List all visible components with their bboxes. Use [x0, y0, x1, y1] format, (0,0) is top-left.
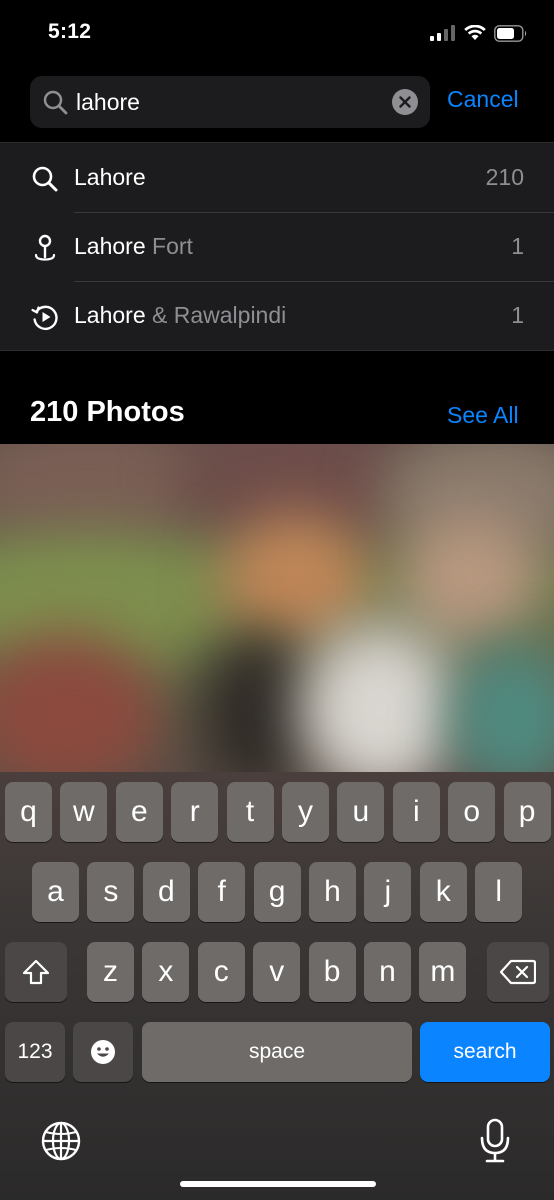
key-e[interactable]: e — [115, 782, 163, 842]
wifi-icon — [464, 25, 486, 40]
space-key[interactable]: space — [142, 1022, 412, 1082]
search-key[interactable]: search — [420, 1022, 550, 1082]
search-input[interactable] — [76, 88, 392, 116]
status-icons — [430, 22, 528, 44]
suggestion-row-lahore[interactable]: Lahore 210 — [0, 143, 554, 212]
suggestion-label: Lahore & Rawalpindi — [74, 302, 287, 328]
key-n[interactable]: n — [364, 942, 411, 1002]
suggestion-row-lahore-rawalpindi[interactable]: Lahore & Rawalpindi 1 — [0, 281, 554, 350]
suggestion-count: 210 — [485, 164, 524, 190]
home-indicator — [180, 1181, 376, 1187]
globe-icon[interactable] — [40, 1120, 82, 1162]
suggestion-label: Lahore Fort — [74, 233, 193, 259]
key-d[interactable]: d — [142, 862, 190, 922]
clear-search-button[interactable] — [392, 89, 418, 115]
divider — [0, 350, 554, 351]
clear-x-icon — [399, 96, 411, 108]
memories-play-icon — [31, 305, 58, 331]
search-suggestions-list: Lahore 210 Lahore Fort 1 Lahore & Rawalp… — [0, 143, 554, 350]
search-icon — [43, 90, 68, 115]
key-y[interactable]: y — [282, 782, 329, 842]
key-a[interactable]: a — [32, 862, 79, 922]
key-t[interactable]: t — [226, 782, 274, 842]
key-z[interactable]: z — [87, 942, 134, 1002]
emoji-icon — [91, 1040, 115, 1064]
photos-section-title: 210 Photos — [30, 396, 185, 428]
delete-key[interactable] — [487, 942, 549, 1002]
emoji-key[interactable] — [73, 1022, 133, 1082]
key-x[interactable]: x — [142, 942, 190, 1002]
key-u[interactable]: u — [337, 782, 385, 842]
key-l[interactable]: l — [475, 862, 523, 922]
suggestion-count: 1 — [511, 302, 524, 328]
key-j[interactable]: j — [364, 862, 412, 922]
key-q[interactable]: q — [5, 782, 52, 842]
battery-icon — [494, 24, 527, 42]
cellular-signal-icon — [430, 25, 455, 41]
search-field-container[interactable] — [30, 76, 430, 128]
key-m[interactable]: m — [419, 942, 467, 1002]
location-pin-icon — [34, 234, 56, 261]
key-p[interactable]: p — [503, 782, 551, 842]
key-w[interactable]: w — [60, 782, 108, 842]
key-r[interactable]: r — [171, 782, 219, 842]
key-k[interactable]: k — [419, 862, 467, 922]
shift-key[interactable] — [5, 942, 67, 1002]
key-c[interactable]: c — [197, 942, 245, 1002]
see-all-button[interactable]: See All — [447, 402, 519, 429]
shift-arrow-icon — [22, 959, 50, 985]
key-v[interactable]: v — [253, 942, 301, 1002]
key-g[interactable]: g — [253, 862, 301, 922]
keyboard: 123 space search qwertyuiop asdfghjkl zxcv… — [0, 772, 554, 1200]
key-b[interactable]: b — [308, 942, 356, 1002]
key-s[interactable]: s — [87, 862, 135, 922]
key-f[interactable]: f — [198, 862, 246, 922]
numbers-key[interactable]: 123 — [5, 1022, 65, 1082]
key-h[interactable]: h — [309, 862, 356, 922]
key-i[interactable]: i — [392, 782, 440, 842]
microphone-icon[interactable] — [478, 1118, 512, 1164]
search-icon — [32, 166, 58, 192]
suggestion-label: Lahore — [74, 164, 146, 190]
cancel-button[interactable]: Cancel — [447, 86, 519, 113]
suggestion-count: 1 — [511, 233, 524, 259]
suggestion-row-lahore-fort[interactable]: Lahore Fort 1 — [0, 212, 554, 281]
backspace-icon — [500, 959, 536, 985]
photo-result-thumbnail[interactable] — [0, 444, 554, 784]
key-o[interactable]: o — [448, 782, 496, 842]
status-time: 5:12 — [48, 20, 92, 43]
